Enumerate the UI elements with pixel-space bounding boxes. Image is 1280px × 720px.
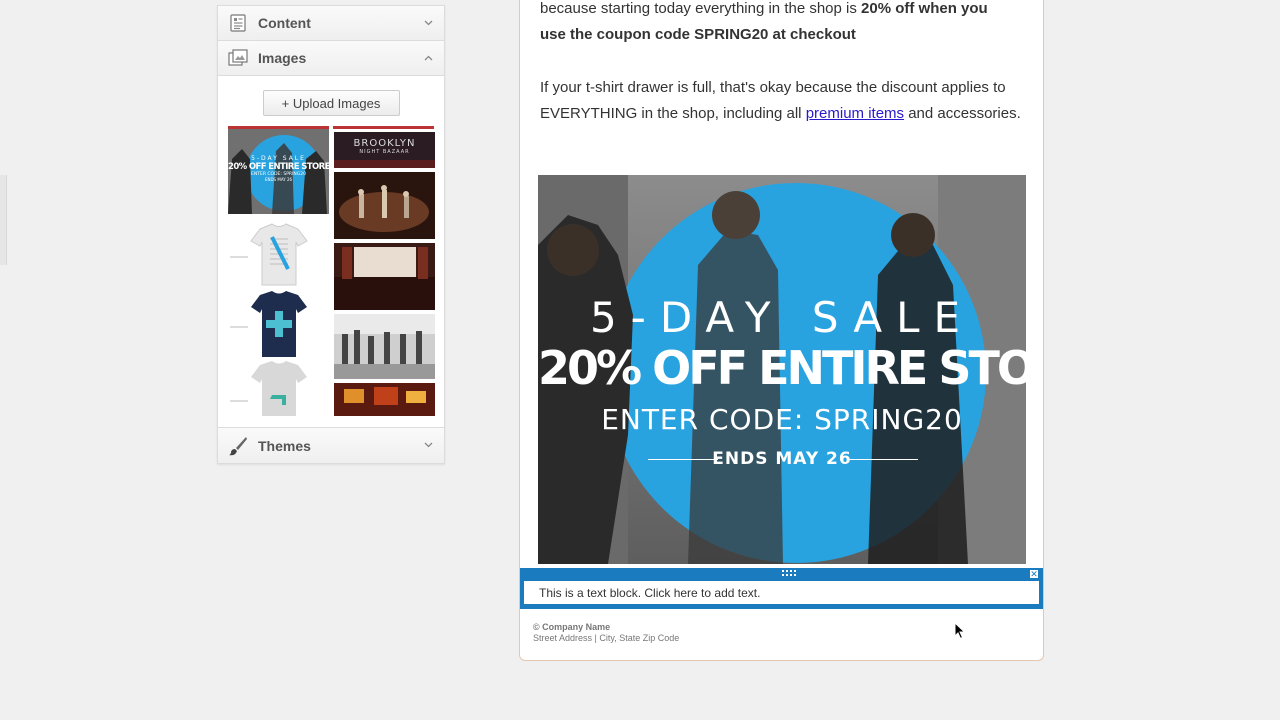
content-panel-header[interactable]: Content [218, 6, 444, 41]
images-panel-title: Images [258, 50, 307, 66]
images-icon [228, 48, 248, 68]
hero-line-4: ENDS MAY 26 [712, 449, 852, 469]
sale-hero-image[interactable]: 5-DAY SALE 20% OFF ENTIRE STORE ENTER CO… [538, 175, 1026, 564]
thumb-sale-line2: 20% OFF ENTIRE STORE [228, 162, 329, 172]
mouse-cursor-icon [954, 621, 966, 645]
close-block-icon[interactable]: ✕ [1029, 569, 1039, 579]
premium-items-link[interactable]: premium items [806, 105, 904, 122]
hero-line-1: 5-DAY SALE [589, 293, 975, 342]
chevron-down-icon [422, 18, 434, 29]
dancers-photo-thumbnail[interactable] [334, 172, 435, 239]
side-edge-tab[interactable] [0, 175, 7, 265]
thumb-sale-line4: ENDS MAY 26 [264, 177, 293, 182]
brooklyn-night-bazaar-thumbnail[interactable]: BROOKLYN NIGHT BAZAAR [334, 132, 435, 168]
content-panel-title: Content [258, 15, 311, 31]
hero-line-3: ENTER CODE: SPRING20 [601, 403, 963, 436]
selected-text-block[interactable]: ✕ This is a text block. Click here to ad… [520, 568, 1043, 609]
grey-tshirt-thumbnail[interactable] [228, 361, 329, 416]
market-photo-thumbnail[interactable] [334, 383, 435, 416]
image-thumbnail-grid: 5-DAY SALE 20% OFF ENTIRE STORE ENTER CO… [218, 126, 444, 416]
paragraph-1-text: because starting today everything in the… [540, 0, 862, 17]
document-icon [228, 13, 248, 33]
images-panel-body: + Upload Images 5-DAY SALE 20% OFF ENTIR… [218, 76, 444, 428]
paragraph-2-text-2: and accessories. [904, 105, 1021, 122]
footer-company-name: © Company Name [533, 622, 611, 632]
themes-panel-title: Themes [258, 437, 311, 454]
hero-line-2: 20% OFF ENTIRE STORE [538, 341, 1026, 395]
chevron-up-icon [422, 53, 434, 64]
white-tshirt-thumbnail[interactable] [228, 219, 329, 289]
paintbrush-icon [228, 436, 248, 456]
crowd-concert-thumbnail[interactable] [334, 243, 435, 310]
email-paragraph-2[interactable]: If your t-shirt drawer is full, that's o… [540, 75, 1030, 127]
text-block-content[interactable]: This is a text block. Click here to add … [524, 581, 1039, 604]
crowd-street-thumbnail[interactable] [334, 314, 435, 379]
thumb-brooklyn-line2: NIGHT BAZAAR [359, 149, 410, 155]
email-paragraph-1[interactable]: because starting today everything in the… [540, 0, 1030, 48]
editor-sidebar: Content Images + Upload Images 5-DAY SAL… [217, 5, 445, 464]
email-canvas: because starting today everything in the… [519, 0, 1044, 661]
footer-address: Street Address | City, State Zip Code [533, 633, 680, 643]
sale-banner-thumbnail[interactable]: 5-DAY SALE 20% OFF ENTIRE STORE ENTER CO… [228, 129, 329, 214]
paragraph-1-bold-2: use the coupon code SPRING20 at checkout [540, 26, 856, 43]
images-panel-header[interactable]: Images [218, 41, 444, 76]
themes-panel-header[interactable]: Themes [218, 428, 444, 463]
thumb-brooklyn-line1: BROOKLYN [353, 138, 416, 149]
upload-images-button[interactable]: + Upload Images [262, 90, 400, 116]
paragraph-1-bold-1: 20% off when you [861, 0, 988, 17]
navy-tshirt-thumbnail[interactable] [228, 289, 329, 361]
chevron-down-icon [422, 440, 434, 451]
email-footer[interactable]: © Company Name Street Address | City, St… [533, 622, 679, 644]
thumb-sale-line1: 5-DAY SALE [251, 155, 306, 162]
